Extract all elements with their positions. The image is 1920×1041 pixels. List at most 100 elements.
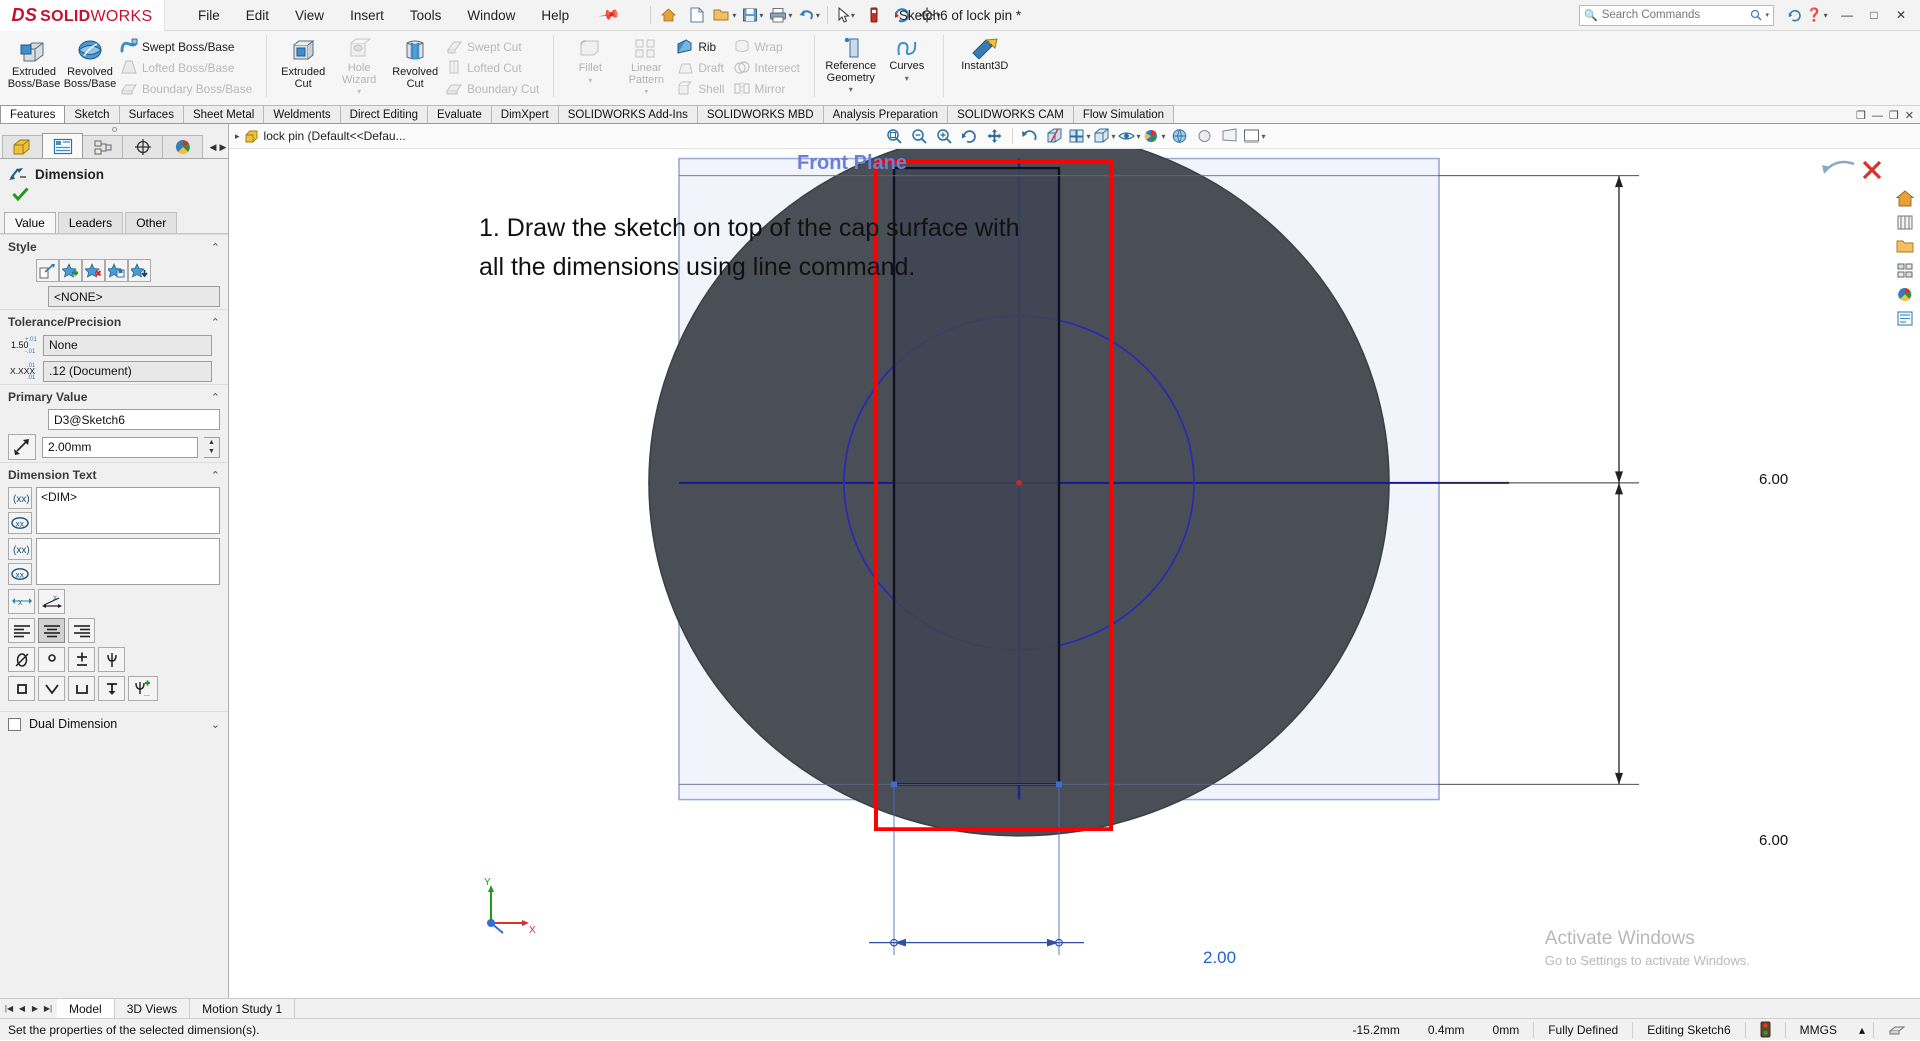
dimension-label-upper[interactable]: 6.00 (1759, 471, 1788, 488)
zoom-in-out-button[interactable] (933, 125, 957, 147)
style-section-header[interactable]: Style ⌃ (0, 234, 228, 257)
save-style-button[interactable] (105, 259, 128, 282)
menu-help[interactable]: Help (528, 5, 582, 26)
menu-edit[interactable]: Edit (233, 5, 282, 26)
home-icon[interactable] (656, 3, 682, 27)
insert-dim-value-button[interactable]: (xx) (8, 487, 32, 509)
draft-button[interactable]: Draft (674, 57, 730, 78)
custom-properties-icon[interactable] (1893, 307, 1917, 329)
tab-nav-next-icon[interactable]: ▶ (29, 1004, 41, 1013)
viewport-layout-button[interactable]: ▾ (1243, 125, 1267, 147)
dimension-name-input[interactable]: D3@Sketch6 (48, 409, 220, 430)
chevron-right-icon[interactable]: ▸ (235, 131, 240, 142)
pm-tab-prev-icon[interactable]: ◀ (208, 142, 218, 153)
new-document-icon[interactable] (684, 3, 710, 27)
dimension-text-input-1[interactable]: <DIM> (36, 487, 220, 534)
edit-appearance-caret-icon[interactable]: ▾ (1161, 132, 1165, 141)
dimension-label-lower[interactable]: 6.00 (1759, 832, 1788, 849)
viewport-layout-caret-icon[interactable]: ▾ (1261, 132, 1265, 141)
tab-surfaces[interactable]: Surfaces (119, 105, 184, 123)
print-icon[interactable]: ▾ (768, 3, 794, 27)
view-palette-icon[interactable] (1893, 259, 1917, 281)
lofted-boss-base-button[interactable]: Lofted Boss/Base (118, 57, 258, 78)
viewport[interactable]: Front Plane 6.00 6.00 2.00 1. Draw the s… (229, 149, 1920, 998)
dimension-value-input[interactable]: 2.00mm (42, 437, 198, 458)
panel-resize-handle[interactable] (0, 124, 228, 134)
square-symbol-button[interactable] (8, 676, 35, 701)
maximize-doc-icon[interactable]: ❐ (1889, 109, 1899, 122)
extruded-cut-button[interactable]: Extruded Cut (275, 33, 331, 90)
tab-nav-first-icon[interactable]: |◀ (3, 1004, 15, 1013)
select-cursor-icon[interactable]: ▾ (833, 3, 859, 27)
display-style-button[interactable]: ▾ (1093, 125, 1117, 147)
confirm-ok-button[interactable] (0, 185, 228, 212)
perspective-button[interactable] (1218, 125, 1242, 147)
diameter-symbol-button[interactable] (8, 647, 35, 672)
linear-pattern-button[interactable]: Linear Pattern ▾ (618, 33, 674, 96)
mirror-button[interactable]: Mirror (731, 78, 806, 99)
units-caret-icon[interactable]: ▴ (1851, 1019, 1873, 1041)
display-manager-tab[interactable] (162, 135, 203, 158)
tab-nav-prev-icon[interactable]: ◀ (16, 1004, 28, 1013)
align-center-button[interactable] (38, 618, 65, 643)
view-settings-button[interactable] (1193, 125, 1217, 147)
dimension-direction-button[interactable] (8, 434, 36, 460)
menu-file[interactable]: File (185, 5, 233, 26)
apply-scene-button[interactable] (1168, 125, 1192, 147)
menu-view[interactable]: View (282, 5, 337, 26)
tab-features[interactable]: Features (0, 105, 65, 123)
subtab-leaders[interactable]: Leaders (58, 212, 123, 233)
status-units[interactable]: MMGS (1786, 1019, 1851, 1041)
dimxpert-manager-tab[interactable] (122, 135, 163, 158)
more-symbols-button[interactable]: ... (128, 676, 158, 701)
display-style-caret-icon[interactable]: ▾ (1111, 132, 1115, 141)
zoom-to-area-button[interactable] (908, 125, 932, 147)
hole-wizard-button[interactable]: Hole Wizard ▾ (331, 33, 387, 96)
depth-symbol-button[interactable] (98, 676, 125, 701)
instant3d-button[interactable]: Instant3D (952, 33, 1018, 73)
shell-button[interactable]: Shell (674, 78, 730, 99)
boundary-boss-base-button[interactable]: Boundary Boss/Base (118, 78, 258, 99)
close-doc-icon[interactable]: ✕ (1905, 109, 1914, 122)
overlay-icon[interactable] (1874, 1019, 1920, 1041)
revolved-boss-base-button[interactable]: Revolved Boss/Base (62, 33, 118, 90)
subtab-value[interactable]: Value (4, 212, 56, 233)
tab-flow-simulation[interactable]: Flow Simulation (1073, 105, 1174, 123)
dual-dimension-checkbox[interactable] (8, 718, 21, 731)
bottom-tab-model[interactable]: Model (57, 999, 115, 1018)
hole-wizard-caret-icon[interactable]: ▾ (331, 87, 387, 96)
tab-sketch[interactable]: Sketch (64, 105, 119, 123)
minimize-button[interactable]: ― (1834, 4, 1860, 26)
stepper-up-icon[interactable]: ▲ (204, 438, 219, 448)
stepper-down-icon[interactable]: ▼ (204, 447, 219, 457)
save-icon[interactable]: ▾ (740, 3, 766, 27)
bottom-tab-3d-views[interactable]: 3D Views (115, 999, 190, 1018)
inspection-dim-button-2[interactable]: xx (8, 563, 32, 585)
centerline-symbol-button[interactable] (98, 647, 125, 672)
pan-button[interactable] (983, 125, 1007, 147)
insert-dim-value-button-2[interactable]: (xx) (8, 538, 32, 560)
dual-dimension-section[interactable]: Dual Dimension ⌄ (0, 711, 228, 734)
swept-cut-button[interactable]: Swept Cut (443, 36, 545, 57)
swept-boss-base-button[interactable]: Swept Boss/Base (118, 36, 258, 57)
tab-direct-editing[interactable]: Direct Editing (340, 105, 428, 123)
solidworks-resources-icon[interactable] (1893, 187, 1917, 209)
design-library-icon[interactable] (1893, 211, 1917, 233)
bottom-tab-motion-study[interactable]: Motion Study 1 (190, 999, 295, 1018)
tab-analysis-preparation[interactable]: Analysis Preparation (823, 105, 948, 123)
fillet-caret-icon[interactable]: ▾ (562, 76, 618, 85)
tolerance-section-header[interactable]: Tolerance/Precision ⌃ (0, 309, 228, 332)
plus-minus-symbol-button[interactable] (68, 647, 95, 672)
load-style-button[interactable] (128, 259, 151, 282)
reference-geometry-button[interactable]: Reference Geometry ▾ (823, 33, 879, 94)
tab-weldments[interactable]: Weldments (263, 105, 340, 123)
subtab-other[interactable]: Other (125, 212, 177, 233)
counterbore-symbol-button[interactable] (68, 676, 95, 701)
curves-caret-icon[interactable]: ▾ (879, 74, 935, 83)
intersect-button[interactable]: Intersect (731, 57, 806, 78)
rib-button[interactable]: Rib (674, 36, 730, 57)
search-input[interactable]: Search Commands (1602, 9, 1700, 21)
section-view-button[interactable] (1043, 125, 1067, 147)
feature-manager-tree-tab[interactable] (2, 135, 43, 158)
rotate-view-button[interactable] (958, 125, 982, 147)
